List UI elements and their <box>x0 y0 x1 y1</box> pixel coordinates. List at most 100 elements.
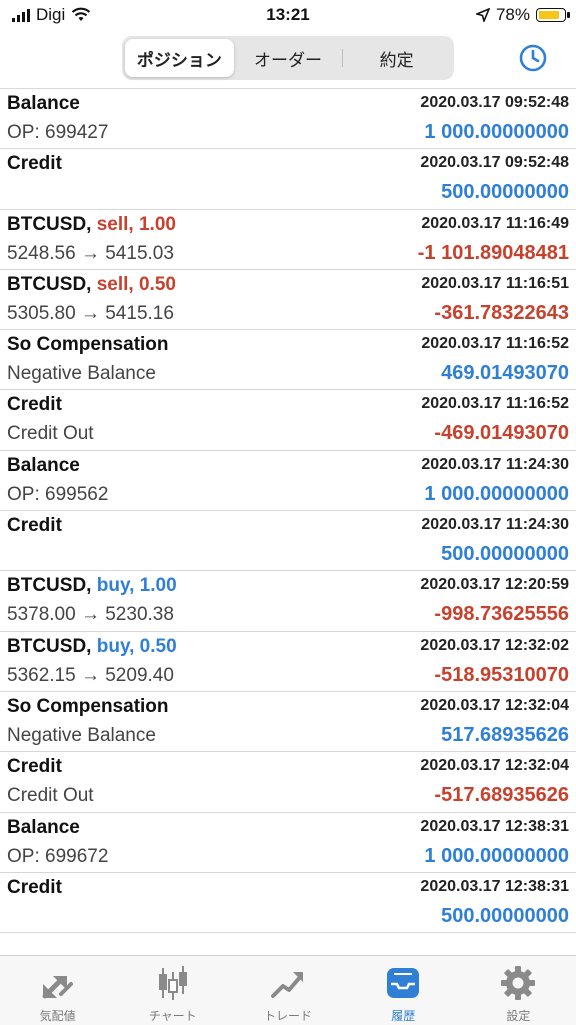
battery-percent: 78% <box>495 5 530 24</box>
row-title: Credit <box>7 876 62 898</box>
tab-label: トレード <box>264 1009 313 1023</box>
tab-label: 履歴 <box>391 1009 416 1023</box>
tab-trade[interactable]: トレード <box>230 956 345 1025</box>
row-symbol: BTCUSD, <box>7 635 92 657</box>
list-item[interactable]: Credit 2020.03.17 09:52:48 500.00000000 <box>0 149 576 210</box>
segment-positions[interactable]: ポジション <box>125 39 234 77</box>
row-title: So Compensation <box>7 334 169 356</box>
segment-deals[interactable]: 約定 <box>342 39 451 77</box>
gear-icon <box>501 966 536 1000</box>
row-side: sell, 1.00 <box>96 213 176 235</box>
row-title: Credit <box>7 394 62 416</box>
row-amount: 500.00000000 <box>441 904 569 927</box>
list-item[interactable]: Balance 2020.03.17 12:38:31 OP: 699672 1… <box>0 813 576 873</box>
status-right: 78% <box>475 5 570 25</box>
row-title: Balance <box>7 93 80 114</box>
row-symbol: BTCUSD, <box>7 575 92 597</box>
row-title: Balance <box>7 454 80 476</box>
row-subtitle: Credit Out <box>7 423 94 445</box>
row-subtitle: OP: 699427 <box>7 122 109 143</box>
row-amount: 500.00000000 <box>441 543 569 566</box>
segment-orders[interactable]: オーダー <box>234 39 343 77</box>
row-amount: 517.68935626 <box>441 723 569 746</box>
tab-quotes[interactable]: 気配値 <box>0 956 115 1025</box>
row-date: 2020.03.17 09:52:48 <box>420 94 569 111</box>
row-subtitle: Negative Balance <box>7 363 156 385</box>
list-item[interactable]: BTCUSD, buy, 1.00 2020.03.17 12:20:59 53… <box>0 571 576 632</box>
row-date: 2020.03.17 09:52:48 <box>420 154 569 172</box>
row-date: 2020.03.17 12:32:04 <box>420 696 569 714</box>
row-amount: 1 000.00000000 <box>424 121 569 143</box>
list-item[interactable]: Credit 2020.03.17 11:24:30 500.00000000 <box>0 511 576 572</box>
row-side: sell, 0.50 <box>96 273 176 295</box>
row-amount: -998.73625556 <box>434 603 569 626</box>
row-date: 2020.03.17 11:24:30 <box>421 455 569 473</box>
quotes-arrows-icon <box>42 976 73 999</box>
row-date: 2020.03.17 11:16:52 <box>421 395 569 413</box>
row-symbol: BTCUSD, <box>7 213 92 235</box>
row-date: 2020.03.17 11:24:30 <box>421 516 569 534</box>
history-inbox-icon <box>387 968 420 998</box>
row-subtitle: 5362.15 → 5209.40 <box>7 664 174 686</box>
row-amount: 500.00000000 <box>441 181 569 204</box>
status-bar: Digi 13:21 78% <box>0 0 576 30</box>
tab-chart[interactable]: チャート <box>115 956 230 1025</box>
row-subtitle: Negative Balance <box>7 724 156 746</box>
row-title: BTCUSD, sell, 1.00 <box>7 214 176 236</box>
row-subtitle: 5305.80 → 5415.16 <box>7 302 174 324</box>
row-subtitle: Credit Out <box>7 785 94 807</box>
row-subtitle: OP: 699562 <box>7 483 109 505</box>
list-item[interactable]: So Compensation 2020.03.17 11:16:52 Nega… <box>0 330 576 391</box>
row-date: 2020.03.17 12:32:02 <box>420 636 569 654</box>
row-date: 2020.03.17 12:38:31 <box>420 817 569 835</box>
tab-history[interactable]: 履歴 <box>346 956 461 1025</box>
list-item[interactable]: Balance 2020.03.17 11:24:30 OP: 699562 1… <box>0 451 576 512</box>
tab-label: 気配値 <box>39 1009 76 1023</box>
row-date: 2020.03.17 11:16:49 <box>421 214 569 232</box>
candlestick-chart-icon <box>158 966 187 1000</box>
tab-settings[interactable]: 設定 <box>461 956 576 1025</box>
list-item[interactable]: BTCUSD, buy, 0.50 2020.03.17 12:32:02 53… <box>0 632 576 692</box>
row-amount: -469.01493070 <box>434 422 569 445</box>
list-item[interactable]: So Compensation 2020.03.17 12:32:04 Nega… <box>0 692 576 753</box>
row-amount: -1 101.89048481 <box>417 241 569 264</box>
row-amount: -518.95310070 <box>434 663 569 686</box>
list-item[interactable]: Credit 2020.03.17 12:32:04 Credit Out -5… <box>0 752 576 813</box>
list-item[interactable]: Credit 2020.03.17 11:16:52 Credit Out -4… <box>0 390 576 451</box>
row-amount: 469.01493070 <box>441 362 569 385</box>
trade-trend-icon <box>271 972 303 998</box>
row-date: 2020.03.17 12:32:04 <box>420 757 569 775</box>
row-title: Balance <box>7 816 80 838</box>
row-title: So Compensation <box>7 695 169 717</box>
row-amount: -517.68935626 <box>434 784 569 807</box>
row-subtitle: OP: 699672 <box>7 845 109 867</box>
history-list: Balance 2020.03.17 09:52:48 OP: 699427 1… <box>0 89 576 955</box>
tab-bar: 気配値 チャート トレード 履歴 設定 <box>0 955 576 1025</box>
row-title: Credit <box>7 756 62 778</box>
list-item[interactable]: BTCUSD, sell, 1.00 2020.03.17 11:16:49 5… <box>0 210 576 270</box>
row-date: 2020.03.17 12:38:31 <box>420 877 569 895</box>
row-date: 2020.03.17 11:16:51 <box>421 274 569 292</box>
row-subtitle: 5378.00 → 5230.38 <box>7 604 174 626</box>
list-item[interactable]: Balance 2020.03.17 09:52:48 OP: 699427 1… <box>0 89 576 150</box>
list-item[interactable]: BTCUSD, sell, 0.50 2020.03.17 11:16:51 5… <box>0 270 576 331</box>
list-item[interactable]: Credit 2020.03.17 12:38:31 500.00000000 <box>0 873 576 934</box>
tab-label: チャート <box>148 1009 197 1023</box>
row-amount: 1 000.00000000 <box>424 844 569 867</box>
row-amount: -361.78322643 <box>434 301 569 324</box>
row-title: Credit <box>7 153 62 175</box>
row-title: Credit <box>7 515 62 537</box>
row-title: BTCUSD, buy, 1.00 <box>7 575 177 597</box>
row-side: buy, 0.50 <box>96 635 177 657</box>
location-arrow-icon <box>475 8 490 22</box>
row-title: BTCUSD, sell, 0.50 <box>7 274 176 296</box>
segmented-control: ポジション オーダー 約定 <box>122 36 454 80</box>
row-date: 2020.03.17 11:16:52 <box>421 335 569 353</box>
row-symbol: BTCUSD, <box>7 273 92 295</box>
row-title: BTCUSD, buy, 0.50 <box>7 636 177 658</box>
battery-icon <box>536 8 570 22</box>
row-subtitle: 5248.56 → 5415.03 <box>7 242 174 264</box>
row-amount: 1 000.00000000 <box>424 482 569 505</box>
row-date: 2020.03.17 12:20:59 <box>420 576 569 594</box>
clock-icon[interactable] <box>518 43 548 73</box>
